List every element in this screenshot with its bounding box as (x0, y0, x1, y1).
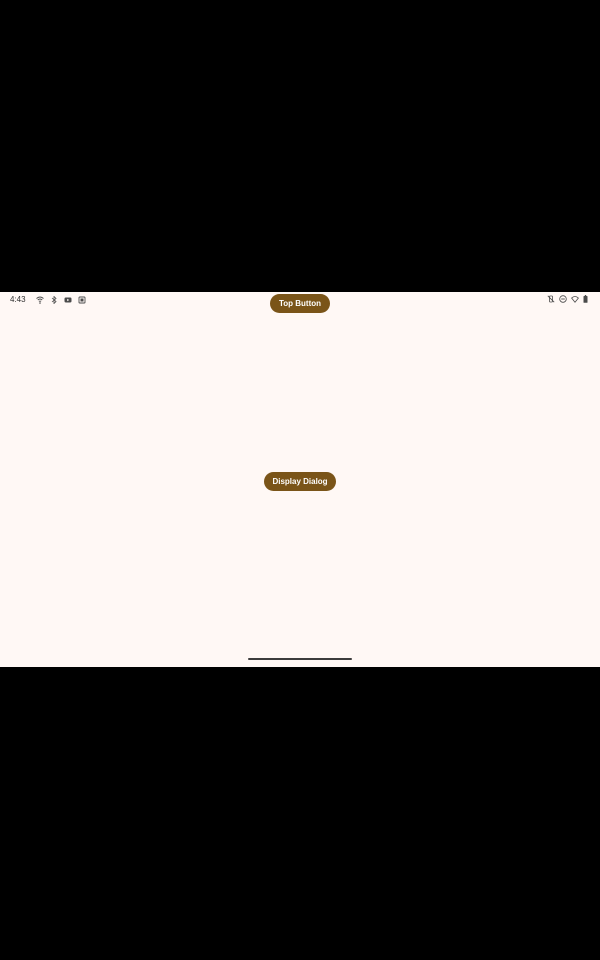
status-bar-right (547, 295, 588, 303)
wifi-calling-icon (35, 296, 44, 304)
letterbox-top (0, 0, 600, 292)
signal-icon (571, 295, 579, 303)
screenshot-icon (78, 296, 86, 304)
do-not-disturb-icon (559, 295, 567, 303)
vibrate-off-icon (547, 295, 555, 303)
gesture-navigation-bar[interactable] (248, 658, 352, 660)
letterbox-bottom (0, 667, 600, 960)
battery-icon (583, 295, 588, 303)
display-dialog-button[interactable]: Display Dialog (264, 472, 336, 491)
bluetooth-icon (50, 295, 58, 304)
status-time: 4:43 (10, 295, 26, 304)
status-bar-left: 4:43 (10, 295, 86, 304)
device-screen: 4:43 Top Button Display Dialog (0, 292, 600, 667)
top-button[interactable]: Top Button (270, 294, 330, 313)
youtube-icon (64, 296, 72, 304)
